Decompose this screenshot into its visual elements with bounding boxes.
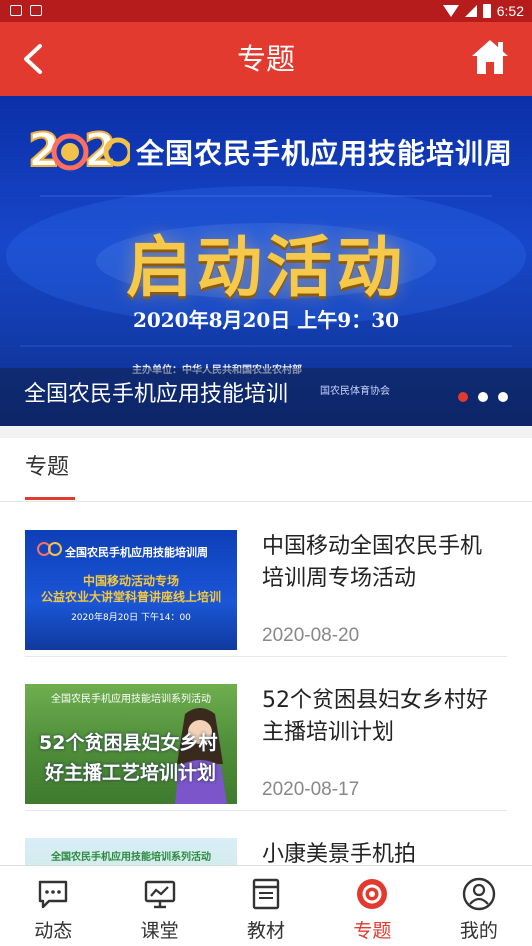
- page-title: 专题: [236, 42, 295, 76]
- article-list: 全国农民手机应用技能培训周 中国移动活动专场 公益农业大讲堂科普讲座线上培训 2…: [0, 503, 532, 865]
- user-icon: [461, 876, 497, 912]
- article-title: 52个贫困县妇女乡村好主播培训计划: [262, 688, 488, 745]
- tab-topics[interactable]: 专题: [25, 438, 69, 502]
- status-right: 6:52: [442, 0, 524, 22]
- nav-item-materials[interactable]: 教材: [213, 866, 319, 946]
- article-thumbnail: 全国农民手机应用技能培训系列活动: [25, 838, 237, 865]
- banner-2020-logo: 2 2: [27, 122, 130, 178]
- thumb-line2: 公益农业大讲堂科普讲座线上培训: [40, 590, 221, 604]
- banner-org: 国农民体育协会: [320, 386, 390, 397]
- banner-carousel[interactable]: 2 2 全国农民手机应用技能培训周 启动活动 2020年8月20日 上午9：30…: [0, 96, 532, 426]
- nav-label: 专题: [353, 920, 392, 942]
- nav-item-news[interactable]: 动态: [0, 866, 106, 946]
- tab-indicator: [25, 497, 75, 500]
- thumb-heading: 全国农民手机应用技能培训系列活动: [51, 694, 211, 705]
- article-date: 2020-08-17: [262, 779, 360, 800]
- svg-text:2: 2: [84, 123, 116, 177]
- battery-icon: [482, 4, 491, 18]
- status-bar: 6:52: [0, 0, 532, 22]
- article-thumbnail: 全国农民手机应用技能培训周 中国移动活动专场 公益农业大讲堂科普讲座线上培训 2…: [25, 530, 237, 650]
- home-icon: [472, 40, 508, 74]
- nav-item-classroom[interactable]: 课堂: [106, 866, 212, 946]
- banner-date: 2020年8月20日 上午9：30: [132, 308, 400, 332]
- nav-label: 我的: [459, 920, 498, 942]
- notification-icons: [10, 5, 42, 16]
- notification-icon: [10, 5, 22, 16]
- nav-item-profile[interactable]: 我的: [426, 866, 532, 946]
- chat-bubble-icon: [35, 876, 71, 912]
- thumb-date: 2020年8月20日 下午14：00: [71, 613, 191, 623]
- notification-icon: [30, 5, 42, 16]
- thumb-heading: 全国农民手机应用技能培训系列活动: [51, 852, 211, 863]
- article-thumbnail: 全国农民手机应用技能培训系列活动 52个贫困县妇女乡村 好主播工艺培训计划: [25, 684, 237, 804]
- section-divider: [0, 426, 532, 438]
- article-title: 小康美景手机拍: [262, 842, 417, 865]
- book-icon: [248, 876, 284, 912]
- article-title: 中国移动全国农民手机培训周专场活动: [262, 534, 483, 591]
- thumb-line1: 中国移动活动专场: [82, 574, 179, 588]
- article-date: 2020-08-20: [262, 625, 360, 646]
- list-item[interactable]: 全国农民手机应用技能培训系列活动 52个贫困县妇女乡村 好主播工艺培训计划 52…: [25, 657, 507, 811]
- list-item[interactable]: 全国农民手机应用技能培训周 中国移动活动专场 公益农业大讲堂科普讲座线上培训 2…: [25, 503, 507, 657]
- section-tabs: 专题: [0, 438, 532, 502]
- wifi-icon: [442, 5, 459, 17]
- nav-label: 教材: [247, 920, 286, 942]
- carousel-indicators: [458, 392, 508, 402]
- monitor-chart-icon: [142, 876, 178, 912]
- banner-big-text: 启动活动: [126, 228, 406, 306]
- topic-circle-icon: [354, 876, 390, 912]
- banner-heading: 全国农民手机应用技能培训周: [136, 137, 514, 170]
- banner-caption: 全国农民手机应用技能培训: [24, 382, 289, 407]
- thumb-line1: 52个贫困县妇女乡村: [39, 732, 218, 754]
- thumb-heading: 全国农民手机应用技能培训周: [65, 546, 208, 559]
- thumb-line2: 好主播工艺培训计划: [45, 762, 217, 784]
- list-item[interactable]: 全国农民手机应用技能培训系列活动 小康美景手机拍: [25, 811, 507, 865]
- nav-item-topics[interactable]: 专题: [319, 866, 425, 946]
- home-button[interactable]: [470, 36, 510, 78]
- carousel-dot[interactable]: [458, 392, 468, 402]
- signal-icon: [464, 5, 477, 17]
- app-header: 专题: [0, 22, 532, 96]
- nav-label: 动态: [34, 920, 73, 942]
- status-time: 6:52: [496, 3, 524, 19]
- app-screen: 6:52 专题 2 2 全国农民手机应用技能培训周 启动活动 2020年8月20…: [0, 0, 532, 946]
- bottom-navigation: 动态 课堂 教材 专题 我的: [0, 865, 532, 946]
- nav-label: 课堂: [140, 920, 179, 942]
- thumb-2020-logo: [37, 542, 62, 556]
- carousel-dot[interactable]: [478, 392, 488, 402]
- carousel-dot[interactable]: [498, 392, 508, 402]
